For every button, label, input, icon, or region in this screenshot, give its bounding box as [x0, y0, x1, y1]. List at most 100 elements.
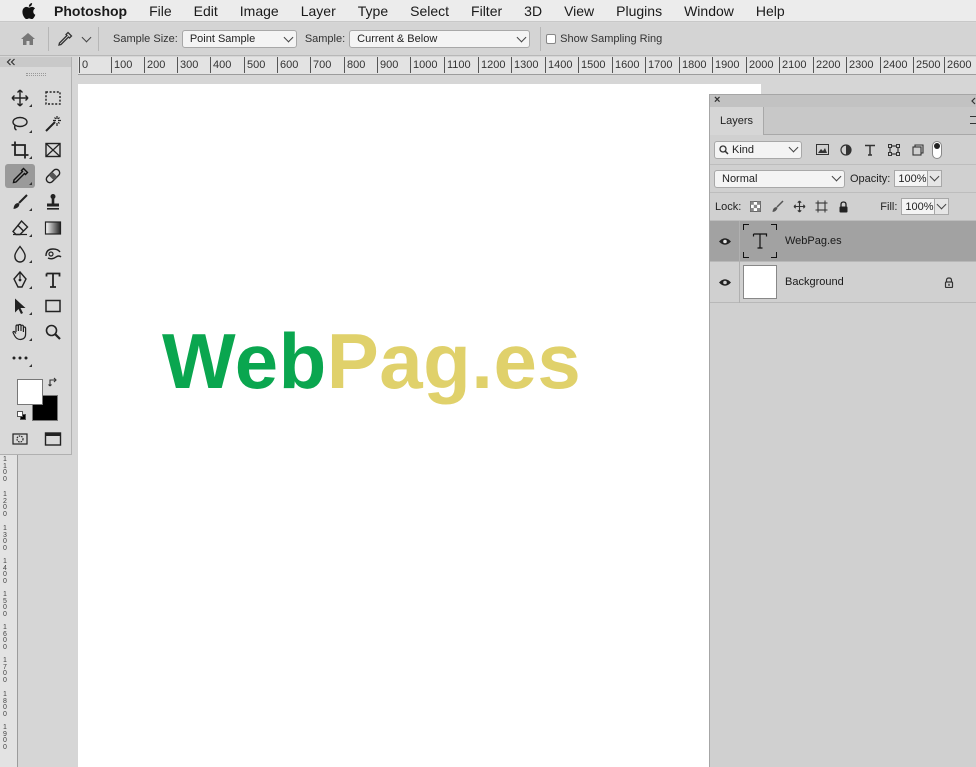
- ruler-horizontal[interactable]: 0 100 200 300 400 500 600 700 800 900 10…: [78, 57, 976, 75]
- rectangular-marquee-tool[interactable]: [38, 86, 68, 110]
- close-panel-icon[interactable]: ×: [714, 94, 720, 106]
- screen-mode-button[interactable]: [38, 427, 68, 451]
- blend-mode-dropdown[interactable]: Normal: [714, 169, 845, 188]
- show-sampling-ring-checkbox[interactable]: [546, 34, 557, 44]
- lock-label: Lock:: [715, 200, 742, 213]
- filter-smart-objects-icon[interactable]: [910, 142, 926, 158]
- ruler-vertical[interactable]: 1100 1200 1300 1400 1500 1600 1700 1800 …: [0, 455, 18, 767]
- move-tool[interactable]: [5, 86, 35, 110]
- layer-row[interactable]: Background: [710, 261, 976, 303]
- menu-filter[interactable]: Filter: [471, 3, 502, 19]
- ruler-label: 1300: [511, 57, 538, 73]
- default-colors-icon[interactable]: [17, 411, 27, 421]
- home-icon[interactable]: [16, 27, 40, 51]
- lock-icon[interactable]: [944, 277, 954, 288]
- divider: [98, 27, 99, 51]
- ruler-label: 1500: [578, 57, 605, 73]
- brush-tool[interactable]: [5, 190, 35, 214]
- rectangle-tool[interactable]: [38, 294, 68, 318]
- lasso-tool[interactable]: [5, 112, 35, 136]
- sample-dropdown[interactable]: Current & Below: [349, 30, 531, 48]
- chevron-down-icon: [788, 142, 799, 153]
- more-icon: [12, 356, 28, 360]
- crop-tool[interactable]: [5, 138, 35, 162]
- path-selection-tool[interactable]: [5, 294, 35, 318]
- ruler-label: 900: [377, 57, 398, 73]
- pen-tool[interactable]: [5, 268, 35, 292]
- menu-help[interactable]: Help: [756, 3, 785, 19]
- menu-view[interactable]: View: [564, 3, 594, 19]
- apple-logo-icon[interactable]: [20, 0, 38, 22]
- tool-preset-picker[interactable]: [57, 31, 92, 47]
- filter-type-layers-icon[interactable]: [862, 142, 878, 158]
- layer-row[interactable]: WebPag.es: [710, 220, 976, 262]
- quick-mask-button[interactable]: [5, 427, 35, 451]
- menu-file[interactable]: File: [149, 3, 172, 19]
- collapse-panel-icon[interactable]: [6, 58, 16, 66]
- menu-layer[interactable]: Layer: [301, 3, 336, 19]
- filter-toggle-switch[interactable]: [932, 140, 942, 159]
- screen-mode-icon: [44, 432, 62, 446]
- filter-adjustment-layers-icon[interactable]: [838, 142, 854, 158]
- rectangle-icon: [45, 299, 61, 313]
- filter-kind-dropdown[interactable]: Kind: [714, 140, 802, 159]
- menu-app-name[interactable]: Photoshop: [54, 3, 127, 19]
- menu-plugins[interactable]: Plugins: [616, 3, 662, 19]
- lock-image-pixels-icon[interactable]: [769, 199, 785, 215]
- opacity-input[interactable]: 100%: [894, 170, 929, 187]
- clone-stamp-tool[interactable]: [38, 190, 68, 214]
- panel-grip[interactable]: [26, 73, 46, 76]
- layer-visibility-toggle[interactable]: [710, 220, 740, 262]
- more-tools-indicator: [29, 312, 32, 315]
- menu-3d[interactable]: 3D: [524, 3, 542, 19]
- tools-panel-header[interactable]: [0, 57, 71, 67]
- hand-tool[interactable]: [5, 320, 35, 344]
- layer-name[interactable]: Background: [785, 276, 844, 288]
- layer-visibility-toggle[interactable]: [710, 261, 740, 303]
- lock-all-icon[interactable]: [835, 199, 851, 215]
- magic-wand-tool[interactable]: [38, 112, 68, 136]
- menu-edit[interactable]: Edit: [194, 3, 218, 19]
- document-canvas[interactable]: WebPag.es: [78, 84, 761, 767]
- filter-shape-layers-icon[interactable]: [886, 142, 902, 158]
- gradient-tool[interactable]: [38, 216, 68, 240]
- edit-toolbar-button[interactable]: [5, 346, 35, 370]
- swap-colors-icon[interactable]: [48, 377, 59, 388]
- menu-image[interactable]: Image: [240, 3, 279, 19]
- tab-layers[interactable]: Layers: [710, 107, 764, 135]
- type-tool[interactable]: [38, 268, 68, 292]
- filter-pixel-layers-icon[interactable]: [814, 142, 830, 158]
- more-tools-indicator: [29, 364, 32, 367]
- opacity-slider-button[interactable]: [928, 170, 943, 187]
- menu-select[interactable]: Select: [410, 3, 449, 19]
- lock-artboard-icon[interactable]: [813, 199, 829, 215]
- ruler-label: 1200: [478, 57, 505, 73]
- eraser-tool[interactable]: [5, 216, 35, 240]
- stamp-icon: [47, 194, 59, 210]
- smudge-tool[interactable]: [38, 242, 68, 266]
- ruler-label: 2200: [813, 57, 840, 73]
- collapse-panel-icon[interactable]: [970, 97, 976, 105]
- lock-position-icon[interactable]: [791, 199, 807, 215]
- lock-transparent-pixels-icon[interactable]: [747, 199, 763, 215]
- frame-tool[interactable]: [38, 138, 68, 162]
- healing-brush-tool[interactable]: [38, 164, 68, 188]
- layers-panel-header[interactable]: ×: [710, 94, 976, 107]
- foreground-color-swatch[interactable]: [17, 379, 43, 405]
- panel-menu-icon[interactable]: [970, 116, 976, 124]
- fill-input[interactable]: 100%: [901, 198, 936, 215]
- menu-bar: Photoshop File Edit Image Layer Type Sel…: [0, 0, 976, 22]
- fill-slider-button[interactable]: [935, 198, 950, 215]
- ruler-label: 2400: [880, 57, 907, 73]
- menu-type[interactable]: Type: [358, 3, 388, 19]
- chevron-down-icon: [929, 171, 940, 182]
- sample-size-dropdown[interactable]: Point Sample: [181, 30, 297, 48]
- menu-window[interactable]: Window: [684, 3, 734, 19]
- gradient-icon: [44, 221, 62, 235]
- zoom-tool[interactable]: [38, 320, 68, 344]
- options-bar: Sample Size: Point Sample Sample: Curren…: [0, 23, 976, 56]
- more-tools-indicator: [29, 156, 32, 159]
- layer-name[interactable]: WebPag.es: [785, 235, 842, 247]
- blur-tool[interactable]: [5, 242, 35, 266]
- eyedropper-tool[interactable]: [5, 164, 35, 188]
